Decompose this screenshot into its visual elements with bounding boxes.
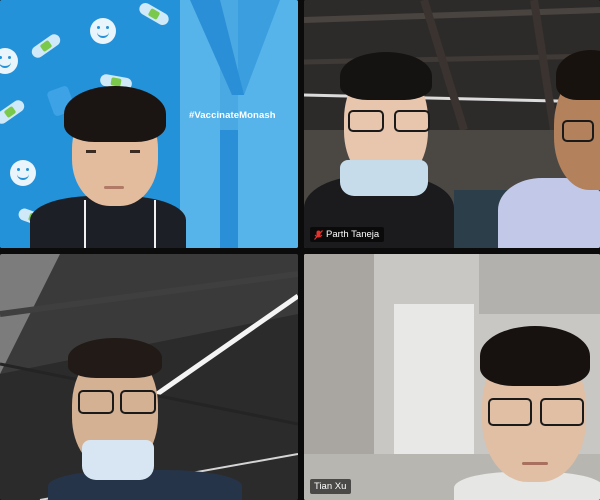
bandaid-icon bbox=[0, 97, 27, 127]
video-tile-4[interactable]: Tian Xu bbox=[304, 254, 600, 500]
bandaid-icon bbox=[29, 31, 63, 61]
video-tile-2[interactable]: Parth Taneja bbox=[304, 0, 600, 248]
participant-name-label: Tian Xu bbox=[310, 479, 352, 494]
smiley-icon bbox=[0, 48, 18, 74]
participant-name: Parth Taneja bbox=[326, 229, 380, 240]
bandaid-icon bbox=[137, 0, 171, 28]
background-hashtag: #VaccinateMonash bbox=[189, 110, 276, 121]
smiley-icon bbox=[90, 18, 116, 44]
virtual-background-panel bbox=[180, 0, 298, 248]
video-tile-1[interactable]: #VaccinateMonash bbox=[0, 0, 298, 248]
participant-name: Tian Xu bbox=[314, 481, 347, 492]
mic-off-icon bbox=[314, 229, 323, 240]
smiley-icon bbox=[10, 160, 36, 186]
monash-m-logo bbox=[190, 0, 280, 248]
earphone-cable bbox=[84, 200, 86, 248]
earphone-cable bbox=[154, 200, 156, 248]
participant-name-label: Parth Taneja bbox=[310, 227, 385, 242]
video-tile-3[interactable] bbox=[0, 254, 298, 500]
